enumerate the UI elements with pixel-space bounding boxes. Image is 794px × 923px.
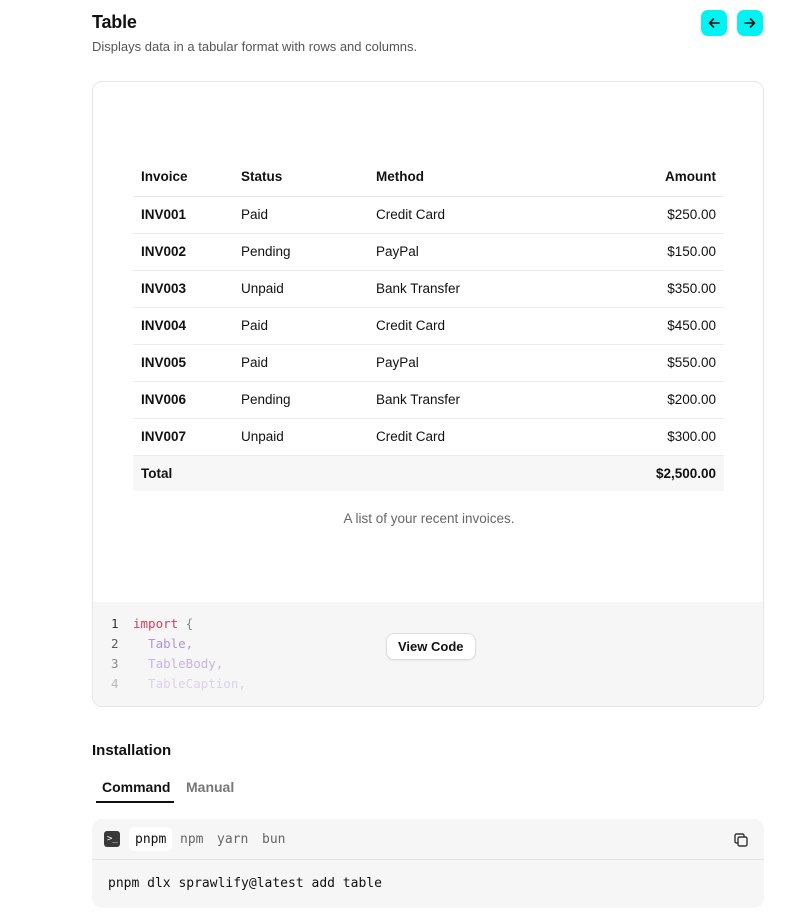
code-preview: 1 import { 2 Table, 3 TableBody, 4 TableC…	[93, 602, 763, 706]
invoice-table: Invoice Status Method Amount INV001 Paid…	[133, 158, 724, 491]
page-title: Table	[92, 12, 137, 32]
method-cell: Credit Card	[368, 196, 568, 234]
amount-cell: $550.00	[568, 344, 724, 382]
package-manager-tab-yarn[interactable]: yarn	[211, 827, 254, 851]
table-row: INV004 Paid Credit Card $450.00	[133, 307, 724, 345]
status-cell: Paid	[233, 307, 368, 345]
status-cell: Pending	[233, 381, 368, 419]
code-identifier: TableCaption,	[133, 676, 246, 691]
method-cell: PayPal	[368, 344, 568, 382]
invoice-cell: INV005	[133, 344, 233, 382]
table-row: INV003 Unpaid Bank Transfer $350.00	[133, 270, 724, 308]
method-cell: Bank Transfer	[368, 381, 568, 419]
code-identifier: TableBody,	[133, 656, 224, 671]
code-line: 4 TableCaption,	[111, 676, 246, 691]
invoice-cell: INV004	[133, 307, 233, 345]
line-number: 4	[111, 676, 119, 691]
tab-command[interactable]: Command	[102, 779, 170, 795]
code-punctuation: {	[178, 616, 194, 631]
table-row: INV002 Pending PayPal $150.00	[133, 233, 724, 271]
table-row: INV006 Pending Bank Transfer $200.00	[133, 381, 724, 419]
table-footer-row: Total $2,500.00	[133, 455, 724, 491]
total-amount: $2,500.00	[568, 455, 724, 491]
column-header-status: Status	[233, 158, 368, 197]
amount-cell: $450.00	[568, 307, 724, 345]
table-header-row: Invoice Status Method Amount	[133, 158, 724, 197]
method-cell: Credit Card	[368, 307, 568, 345]
amount-cell: $200.00	[568, 381, 724, 419]
arrow-right-icon	[744, 18, 756, 28]
method-cell: PayPal	[368, 233, 568, 271]
previous-page-button[interactable]	[701, 10, 727, 36]
terminal-icon: >_	[104, 831, 120, 847]
package-manager-tab-pnpm[interactable]: pnpm	[129, 827, 173, 851]
install-command: pnpm dlx sprawlify@latest add table	[108, 876, 382, 891]
package-manager-bar: >_ pnpm npm yarn bun	[92, 819, 764, 860]
view-code-button[interactable]: View Code	[386, 633, 476, 660]
table-row: INV007 Unpaid Credit Card $300.00	[133, 418, 724, 456]
invoice-cell: INV007	[133, 418, 233, 456]
active-tab-indicator	[96, 801, 174, 803]
invoice-cell: INV003	[133, 270, 233, 308]
line-number: 3	[111, 656, 119, 671]
tab-manual[interactable]: Manual	[186, 779, 234, 795]
column-header-method: Method	[368, 158, 568, 197]
invoice-cell: INV006	[133, 381, 233, 419]
component-preview-card: Invoice Status Method Amount INV001 Paid…	[92, 81, 764, 707]
amount-cell: $350.00	[568, 270, 724, 308]
line-number: 2	[111, 636, 119, 651]
page-description: Displays data in a tabular format with r…	[92, 39, 418, 54]
column-header-amount: Amount	[568, 158, 724, 197]
copy-icon[interactable]	[733, 832, 749, 848]
code-identifier: Table,	[133, 636, 194, 651]
installation-heading: Installation	[92, 742, 172, 759]
arrow-left-icon	[708, 18, 720, 28]
table-row: INV005 Paid PayPal $550.00	[133, 344, 724, 382]
code-line: 3 TableBody,	[111, 656, 223, 671]
total-label: Total	[133, 455, 568, 491]
code-keyword: import	[133, 616, 179, 631]
install-command-box: >_ pnpm npm yarn bun pnpm dlx sprawlify@…	[92, 819, 764, 908]
method-cell: Credit Card	[368, 418, 568, 456]
code-line: 2 Table,	[111, 636, 193, 651]
invoice-cell: INV002	[133, 233, 233, 271]
table-row: INV001 Paid Credit Card $250.00	[133, 196, 724, 234]
package-manager-tab-bun[interactable]: bun	[256, 827, 291, 851]
amount-cell: $150.00	[568, 233, 724, 271]
status-cell: Paid	[233, 196, 368, 234]
amount-cell: $250.00	[568, 196, 724, 234]
package-manager-tab-npm[interactable]: npm	[174, 827, 209, 851]
code-line: 1 import {	[111, 616, 193, 631]
status-cell: Unpaid	[233, 270, 368, 308]
status-cell: Paid	[233, 344, 368, 382]
next-page-button[interactable]	[737, 10, 763, 36]
invoice-cell: INV001	[133, 196, 233, 234]
column-header-invoice: Invoice	[133, 158, 233, 197]
method-cell: Bank Transfer	[368, 270, 568, 308]
line-number: 1	[111, 616, 119, 631]
status-cell: Unpaid	[233, 418, 368, 456]
amount-cell: $300.00	[568, 418, 724, 456]
status-cell: Pending	[233, 233, 368, 271]
table-caption: A list of your recent invoices.	[343, 511, 515, 526]
